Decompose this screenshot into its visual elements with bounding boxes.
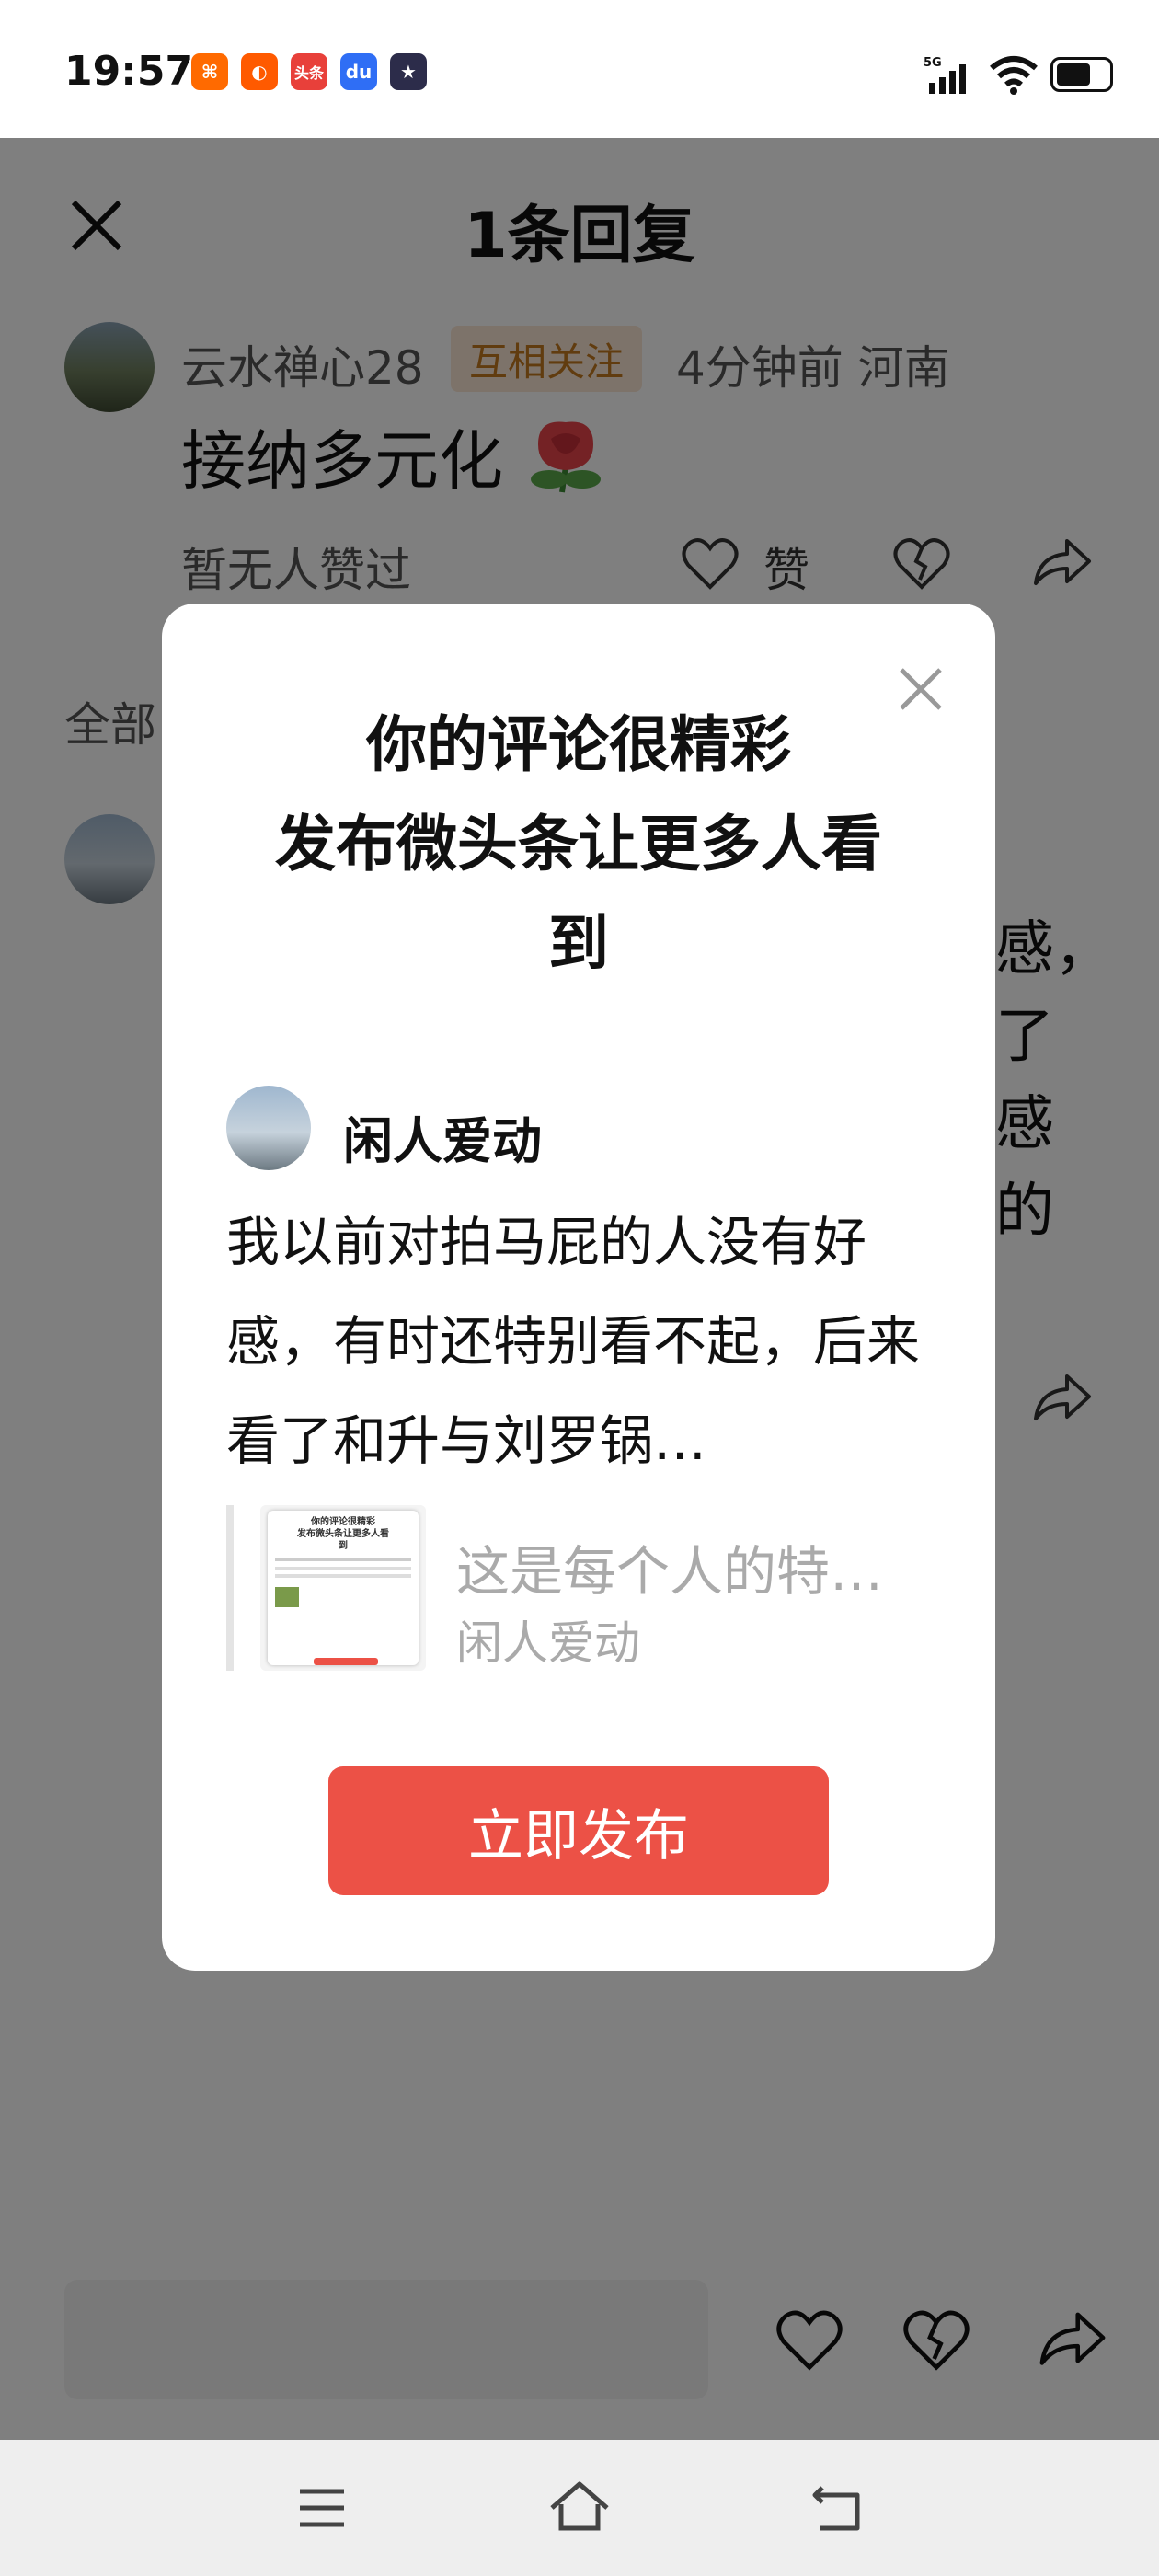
- status-time: 19:57: [64, 48, 194, 95]
- author-name: 闲人爱动: [343, 1112, 542, 1170]
- post-preview-text: 我以前对拍马屁的人没有好感，有时还特别看不起，后来看了和升与刘罗锅…: [226, 1211, 921, 1472]
- reference-thumbnail: 你的评论很精彩 发布微头条让更多人看 到: [260, 1505, 426, 1671]
- system-nav-bar: [0, 2440, 1159, 2576]
- status-bar: 19:57 ⌘ ◐ 头条 du ★ 5G: [0, 0, 1159, 138]
- signal-5g-icon: 5G: [924, 56, 966, 94]
- back-icon[interactable]: [809, 2482, 865, 2534]
- author-avatar: [226, 1086, 311, 1170]
- thumbnail-caption: 你的评论很精彩: [311, 1517, 375, 1527]
- reference-title: 这是每个人的特…: [456, 1540, 884, 1603]
- game-app-icon: ★: [390, 53, 427, 90]
- wifi-icon: [990, 56, 1038, 95]
- publish-button[interactable]: 立即发布: [328, 1766, 829, 1895]
- kuaishou-icon: ⌘: [191, 53, 228, 90]
- dialog-title: 你的评论很精彩 发布微头条让更多人看 到: [275, 709, 882, 979]
- thumbnail-caption: 到: [339, 1541, 348, 1551]
- battery-icon: [1050, 57, 1113, 92]
- menu-icon[interactable]: [294, 2486, 350, 2530]
- baidu-icon: du: [340, 53, 377, 90]
- home-icon[interactable]: [548, 2480, 611, 2536]
- thumbnail-caption: 发布微头条让更多人看: [297, 1529, 389, 1539]
- alibaba-1688-icon: ◐: [241, 53, 278, 90]
- publish-dialog: 你的评论很精彩 发布微头条让更多人看 到 闲人爱动 我以前对拍马屁的人没有好感，…: [162, 604, 995, 1971]
- quote-bar: [226, 1505, 234, 1671]
- svg-text:5G: 5G: [924, 56, 942, 70]
- toutiao-icon: 头条: [291, 53, 327, 90]
- reference-author: 闲人爱动: [456, 1616, 640, 1670]
